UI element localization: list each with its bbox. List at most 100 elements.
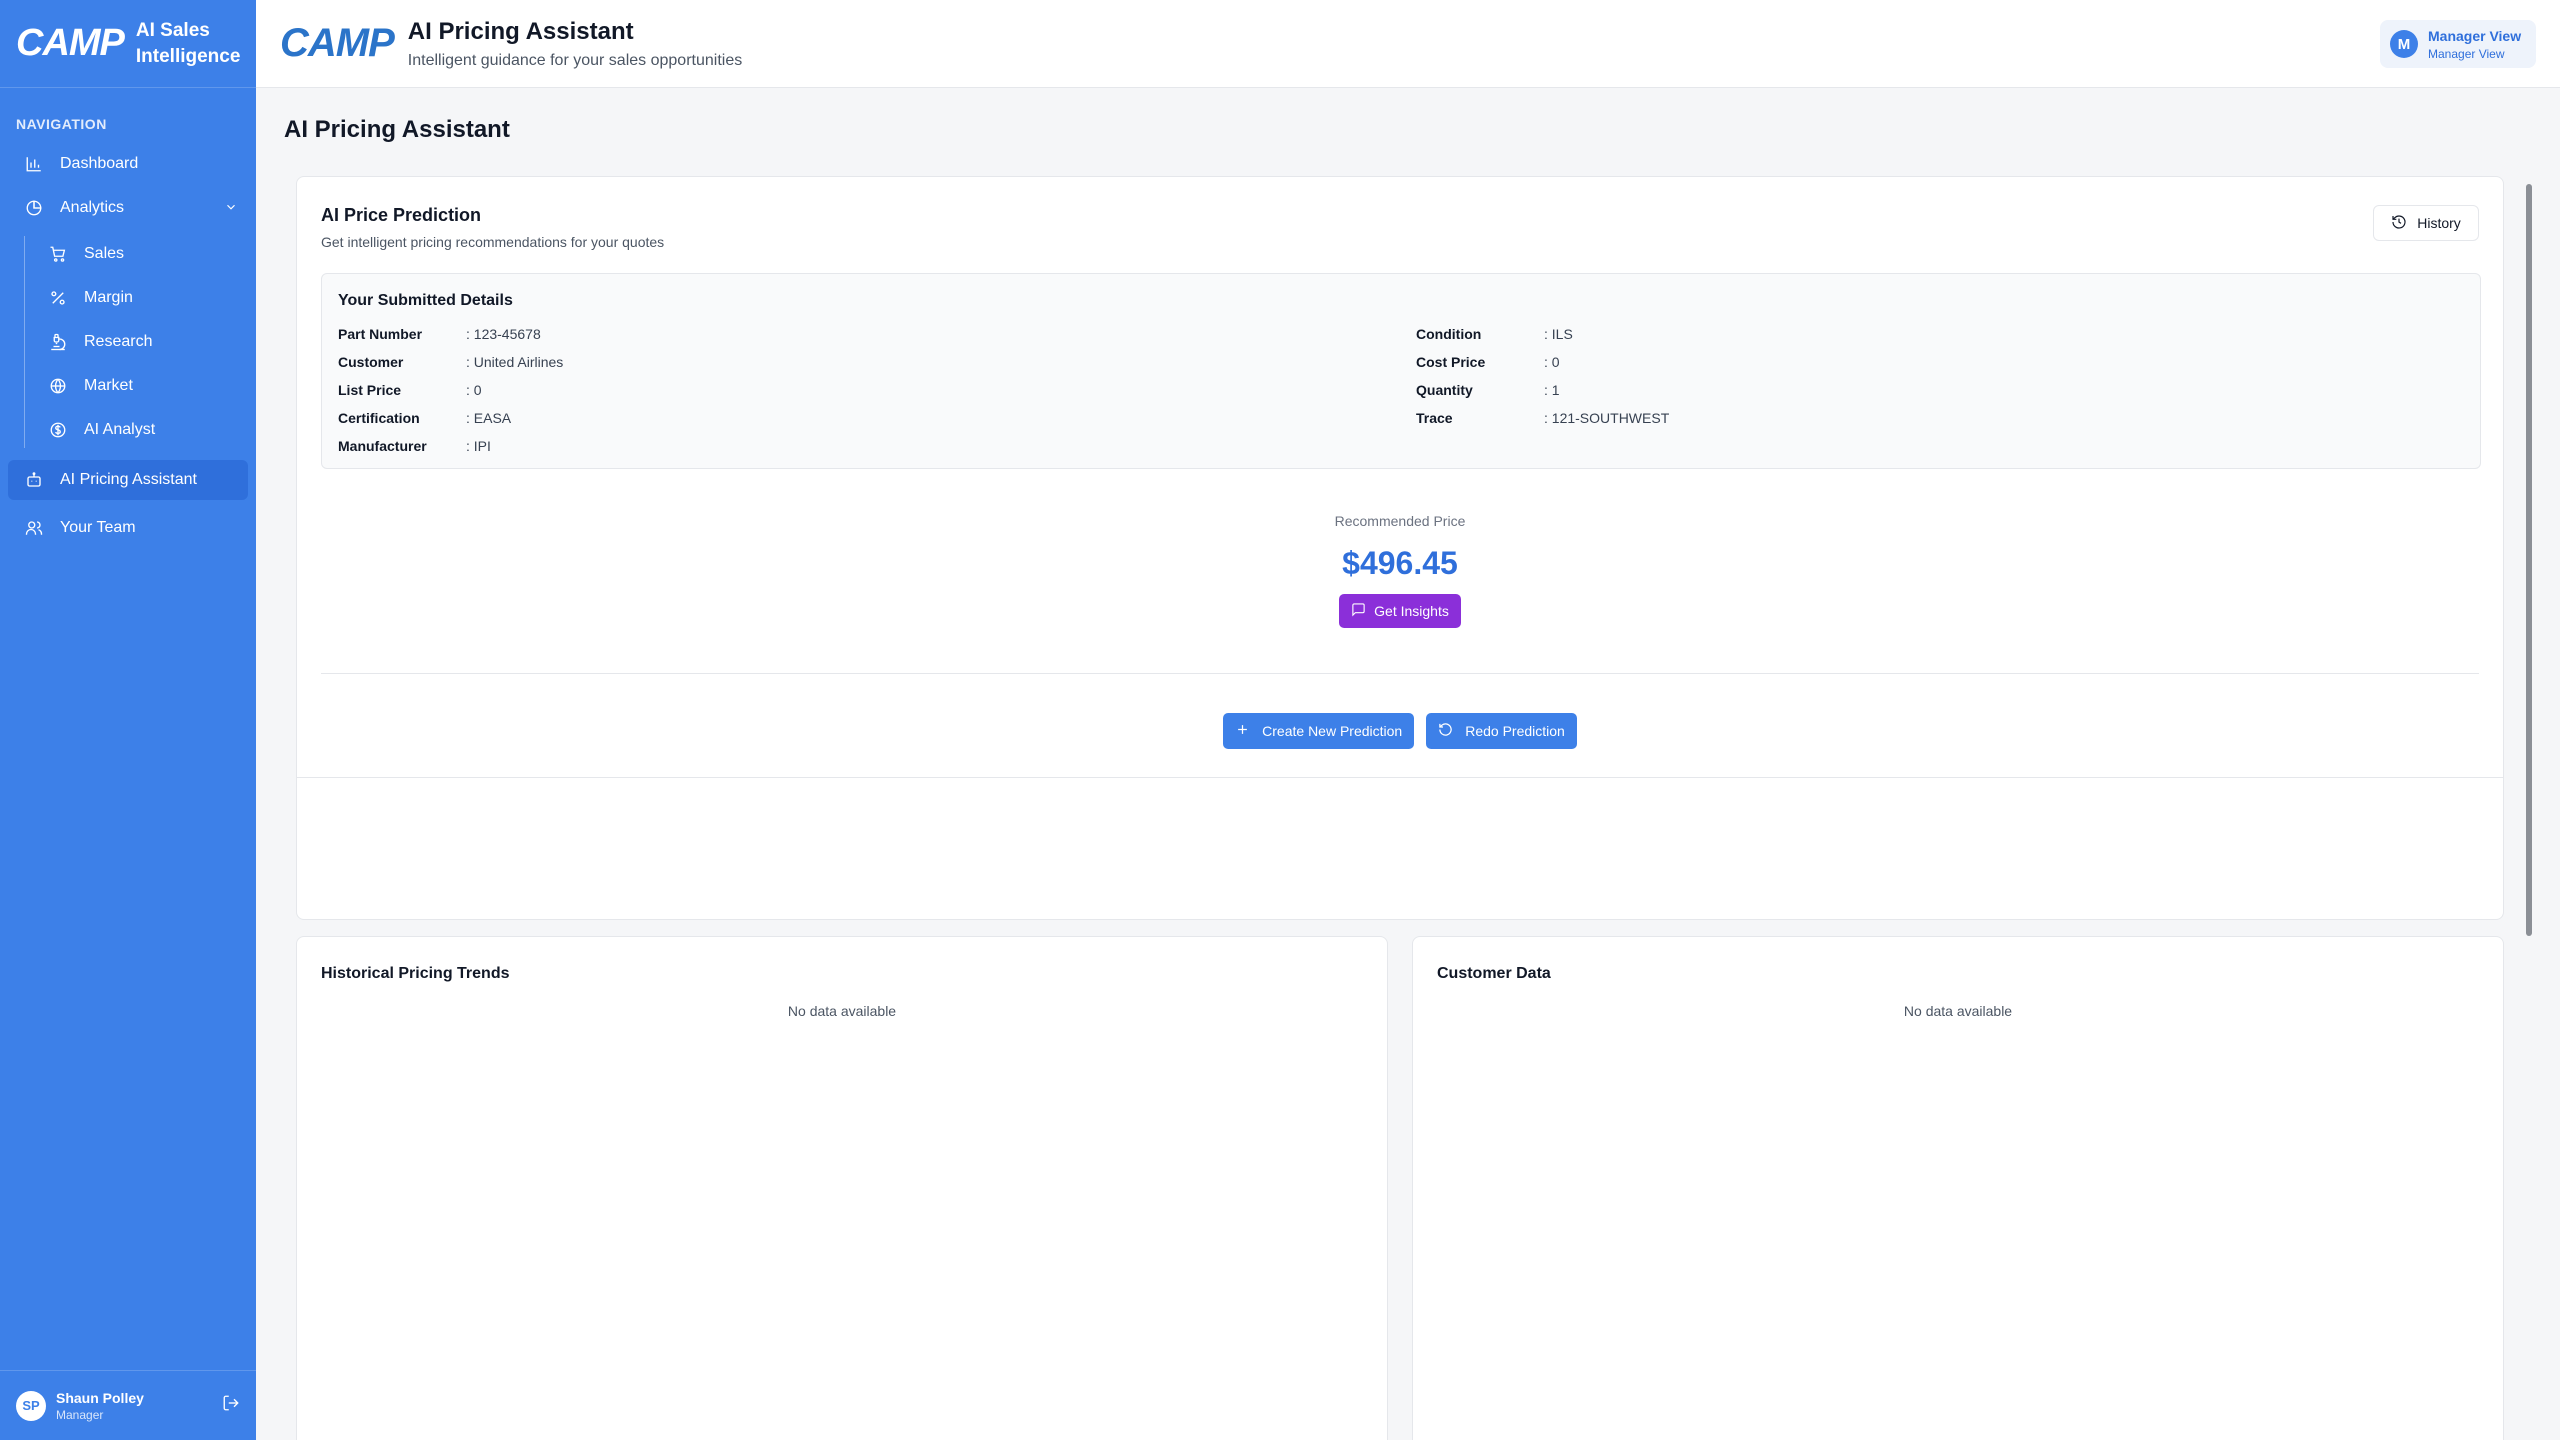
sidebar-item-label: Sales [84,245,125,262]
rotate-ccw-icon [1438,722,1453,740]
header-subtitle: Intelligent guidance for your sales oppo… [407,51,743,69]
detail-row: Trace : 121-SOUTHWEST [1416,404,1669,432]
sidebar-item-analytics[interactable]: Analytics [8,188,248,228]
header-title: AI Pricing Assistant [407,17,634,45]
dollar-circle-icon [48,420,68,440]
history-label: History [2417,215,2461,231]
camp-logo[interactable]: CAMP [16,22,125,65]
page-title: AI Pricing Assistant [284,116,510,143]
recommended-price-value: $496.45 [1342,545,1458,581]
brand-title: AI Sales Intelligence [135,19,241,67]
historical-empty: No data available [787,1003,897,1019]
prediction-header: AI Price Prediction Get intelligent pric… [321,205,664,250]
detail-row: List Price : 0 [338,376,563,404]
microscope-icon [48,332,68,352]
user-role: Manager [56,1407,104,1422]
detail-key: Condition [1416,326,1482,342]
customer-empty: No data available [1903,1003,2013,1019]
main-content: AI Pricing Assistant AI Price Prediction… [256,88,2536,1440]
detail-value: : 1 [1544,382,1560,398]
sidebar-item-dashboard[interactable]: Dashboard [8,144,248,184]
detail-row: Customer : United Airlines [338,348,563,376]
sidebar-item-label: Market [84,377,133,394]
detail-key: Manufacturer [338,438,427,454]
sidebar-item-market[interactable]: Market [8,368,248,404]
user-info: Shaun Polley Manager [56,1390,144,1422]
chevron-down-icon[interactable] [224,200,238,219]
detail-value: : 0 [1544,354,1560,370]
get-insights-button[interactable]: Get Insights [1339,594,1461,628]
prediction-title: AI Price Prediction [321,205,482,225]
detail-key: Quantity [1416,382,1473,398]
plus-icon [1235,722,1250,740]
bar-chart-icon [24,154,44,174]
detail-value: : United Airlines [466,354,564,370]
cart-icon [48,244,68,264]
detail-key: Cost Price [1416,354,1486,370]
sidebar-item-label: Analytics [60,199,125,216]
manager-view-toggle[interactable]: M Manager View Manager View [2380,20,2536,68]
sidebar-item-label: Dashboard [60,155,139,172]
brand: CAMP AI Sales Intelligence [0,0,256,88]
detail-row: Quantity : 1 [1416,376,1669,404]
detail-key: Part Number [338,326,423,342]
view-avatar: M [2390,30,2418,58]
user-profile: SP Shaun Polley Manager [0,1370,256,1440]
detail-row: Certification: EASA [338,404,563,432]
divider [321,673,2479,674]
top-header: CAMP AI Pricing Assistant Intelligent gu… [256,0,2560,88]
header-text: AI Pricing Assistant Intelligent guidanc… [408,18,742,70]
card-section-divider [297,777,2503,778]
detail-key: List Price [338,382,402,398]
sidebar-item-label: AI Pricing Assistant [60,471,197,488]
detail-value: : IPI [466,438,491,454]
view-line2: Manager View [2428,46,2505,61]
details-left-column: Part Number : 123-45678 Customer : United … [338,320,563,460]
history-icon [2391,214,2407,233]
nav: Dashboard Analytics Sales Margin Researc… [0,144,256,548]
detail-value: : 0 [466,382,482,398]
detail-row: Part Number : 123-45678 [338,320,563,348]
sidebar-item-label: AI Analyst [84,421,156,438]
bot-icon [24,470,44,490]
sidebar-item-ai-analyst[interactable]: AI Analyst [8,412,248,448]
sidebar-item-research[interactable]: Research [8,324,248,360]
globe-icon [48,376,68,396]
scrollbar[interactable] [2526,184,2532,936]
detail-key: Trace [1416,410,1453,426]
detail-value: : 121-SOUTHWEST [1544,410,1670,426]
sidebar-item-sales[interactable]: Sales [8,236,248,272]
recommended-price-section: Recommended Price $496.45 Get Insights [297,513,2503,628]
header-logo: CAMP [280,21,395,65]
historical-pricing-card: Historical Pricing Trends No data availa… [296,936,1388,1440]
create-label: Create New Prediction [1262,723,1403,739]
view-line1: Manager View [2428,27,2522,44]
submitted-details: Your Submitted Details Part Number : 123-… [321,273,2481,469]
history-button[interactable]: History [2373,205,2479,241]
detail-value: : ILS [1544,326,1573,342]
get-insights-label: Get Insights [1374,603,1449,619]
users-icon [24,518,44,538]
details-title: Your Submitted Details [338,292,513,309]
sidebar-item-ai-pricing-assistant[interactable]: AI Pricing Assistant [8,460,248,500]
avatar[interactable]: SP [16,1390,46,1421]
pie-chart-icon [24,198,44,218]
sidebar-item-label: Your Team [60,519,136,536]
logout-icon[interactable] [222,1394,240,1417]
historical-title: Historical Pricing Trends [321,965,510,982]
create-new-prediction-button[interactable]: Create New Prediction [1223,713,1415,749]
view-text: Manager View Manager View [2428,28,2521,61]
sidebar-item-margin[interactable]: Margin [8,280,248,316]
detail-key: Certification [338,410,420,426]
sidebar-item-label: Margin [84,289,133,306]
detail-row: Condition : ILS [1416,320,1669,348]
recommended-price-label: Recommended Price [1334,513,1466,529]
detail-key: Customer [338,354,404,370]
redo-prediction-button[interactable]: Redo Prediction [1426,713,1577,749]
customer-title: Customer Data [1437,965,1551,982]
detail-row: Cost Price : 0 [1416,348,1669,376]
detail-value: : 123-45678 [466,326,541,342]
customer-data-card: Customer Data No data available [1412,936,2504,1440]
detail-row: Manufacturer : IPI [338,432,563,460]
sidebar-item-your-team[interactable]: Your Team [8,508,248,548]
